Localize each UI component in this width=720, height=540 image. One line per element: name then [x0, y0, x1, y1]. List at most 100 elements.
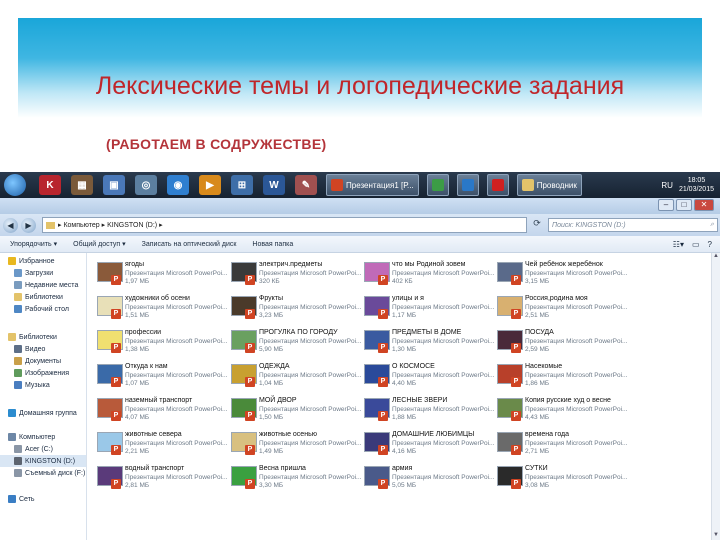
- refresh-icon[interactable]: ⟳: [530, 218, 544, 232]
- disc-icon[interactable]: ◎: [135, 175, 157, 195]
- language-indicator[interactable]: RU: [661, 181, 673, 190]
- file-item[interactable]: Pхудожники об осени Презентация Microsoft…: [91, 295, 227, 325]
- clock[interactable]: 18:05 21/03/2015: [679, 176, 714, 194]
- new-folder-button[interactable]: Новая папка: [252, 241, 293, 248]
- file-item[interactable]: P ЛЕСНЫЕ ЗВЕРИ Презентация Microsoft Power…: [358, 397, 494, 427]
- minimize-icon[interactable]: –: [658, 199, 674, 211]
- file-item[interactable]: P Чей ребёнок жеребёнок Презентация Micros…: [491, 261, 627, 291]
- nav-item[interactable]: Рабочий стол: [0, 303, 86, 315]
- file-item[interactable]: P О КОСМОСЕ Презентация Microsoft PowerPoi…: [358, 363, 494, 393]
- file-size: 2,51 МБ: [525, 312, 550, 319]
- scroll-up-icon[interactable]: ▲: [712, 253, 720, 261]
- word-icon[interactable]: W: [263, 175, 285, 195]
- file-size: 5,05 МБ: [392, 482, 417, 489]
- file-item[interactable]: Pводный транспорт Презентация Microsoft P…: [91, 465, 227, 495]
- nav-item[interactable]: Съемный диск (F:): [0, 467, 86, 479]
- media-icon[interactable]: ▦: [71, 175, 93, 195]
- file-item[interactable]: P Откуда к нам Презентация Microsoft Power…: [91, 363, 227, 393]
- file-item[interactable]: P ПОСУДА Презентация Microsoft PowerPoi...…: [491, 329, 627, 359]
- nav-item[interactable]: Избранное: [0, 255, 86, 267]
- file-item[interactable]: Pулицы и я Презентация Microsoft PowerPoi…: [358, 295, 494, 325]
- nav-item[interactable]: Библиотеки: [0, 331, 86, 343]
- file-item[interactable]: Pэлектрич.предметы Презентация Microsoft …: [225, 261, 361, 291]
- window-titlebar[interactable]: – □ ✕: [0, 198, 720, 214]
- back-arrow-icon[interactable]: ◀: [3, 217, 18, 233]
- file-item[interactable]: Pармия Презентация Microsoft PowerPoi... 5…: [358, 465, 494, 495]
- navigation-pane: Избранное Загрузки Недавние места Библиотек…: [0, 253, 87, 540]
- paint-icon[interactable]: ▣: [103, 175, 125, 195]
- nav-item[interactable]: KINGSTON (D:): [0, 455, 86, 467]
- file-item[interactable]: P ДОМАШНИЕ ЛЮБИМЦЫ Презентация Microsoft P…: [358, 431, 494, 461]
- address-input[interactable]: ▸ Компьютер ▸ KINGSTON (D:) ▸: [42, 217, 527, 233]
- burn-button[interactable]: Записать на оптический диск: [142, 241, 237, 248]
- file-item[interactable]: P Россия,родина моя Презентация Microsoft …: [491, 295, 627, 325]
- file-size: 1,38 МБ: [125, 346, 150, 353]
- taskbar-button[interactable]: Проводник: [516, 174, 582, 196]
- nav-item[interactable]: Недавние места: [0, 279, 86, 291]
- taskbar-button[interactable]: [426, 174, 449, 196]
- nav-item[interactable]: Изображения: [0, 367, 86, 379]
- file-item[interactable]: P Фрукты Презентация Microsoft PowerPoi...…: [225, 295, 361, 325]
- file-name: Копия русские худ о весне: [525, 397, 611, 404]
- file-item[interactable]: Pвремена года Презентация Microsoft Power…: [491, 431, 627, 461]
- nav-item-label: Библиотеки: [25, 293, 63, 301]
- share-button[interactable]: Общий доступ ▾: [73, 240, 126, 248]
- maximize-icon[interactable]: □: [676, 199, 692, 211]
- kaspersky-icon[interactable]: K: [39, 175, 61, 195]
- powerpoint-icon: P: [511, 309, 521, 319]
- nav-item[interactable]: Документы: [0, 355, 86, 367]
- nav-item[interactable]: Acer (C:): [0, 443, 86, 455]
- taskbar-button[interactable]: Презентация1 [Р...: [326, 174, 419, 196]
- organize-button[interactable]: Упорядочить ▾: [10, 240, 57, 248]
- nav-item-label: Съемный диск (F:): [25, 469, 86, 477]
- homegroup-icon: [8, 409, 16, 417]
- nav-item[interactable]: Видео: [0, 343, 86, 355]
- file-size: 4,40 МБ: [392, 380, 417, 387]
- file-item[interactable]: P Копия русские худ о весне Презентация Mi…: [491, 397, 627, 427]
- chrome-app-icon[interactable]: ◉: [167, 175, 189, 195]
- clock-date: 21/03/2015: [678, 186, 714, 193]
- file-item[interactable]: Pживотные осенью Презентация Microsoft Po…: [225, 431, 361, 461]
- nav-item[interactable]: Домашняя группа: [0, 407, 86, 419]
- file-item[interactable]: P ПРЕДМЕТЫ В ДОМЕ Презентация Microsoft Po…: [358, 329, 494, 359]
- nav-item[interactable]: Библиотеки: [0, 291, 86, 303]
- file-item[interactable]: Pпрофессии Презентация Microsoft PowerPoi…: [91, 329, 227, 359]
- powerpoint-icon: P: [511, 343, 521, 353]
- music-icon: [14, 381, 22, 389]
- file-item[interactable]: P ПРОГУЛКА ПО ГОРОДУ Презентация Microsoft…: [225, 329, 361, 359]
- nav-item[interactable]: Компьютер: [0, 431, 86, 443]
- file-item[interactable]: P Насекомые Презентация Microsoft PowerPoi…: [491, 363, 627, 393]
- file-item[interactable]: Pягоды Презентация Microsoft PowerPoi... 1…: [91, 261, 227, 291]
- file-item[interactable]: Pчто мы Родиной зовем Презентация Microso…: [358, 261, 494, 291]
- scroll-down-icon[interactable]: ▼: [712, 532, 720, 540]
- file-type: Презентация Microsoft PowerPoi...: [259, 440, 362, 447]
- taskbar-button[interactable]: [486, 174, 509, 196]
- nav-item[interactable]: Сеть: [0, 493, 86, 505]
- help-icon[interactable]: ?: [708, 240, 712, 249]
- network-icon[interactable]: ⊞: [231, 175, 253, 195]
- scrollbar[interactable]: ▲ ▼: [711, 253, 720, 540]
- file-item[interactable]: Pназемный транспорт Презентация Microsoft…: [91, 397, 227, 427]
- forward-arrow-icon[interactable]: ▶: [21, 217, 36, 233]
- view-options-icon[interactable]: ☷▾: [673, 240, 684, 249]
- powerpoint-icon: P: [245, 275, 255, 285]
- taskbar-button[interactable]: [456, 174, 479, 196]
- search-input[interactable]: Поиск: KINGSTON (D:) ⌕: [548, 218, 718, 232]
- player-icon[interactable]: ▶: [199, 175, 221, 195]
- file-item[interactable]: P ОДЕЖДА Презентация Microsoft PowerPoi...…: [225, 363, 361, 393]
- powerpoint-icon: P: [378, 411, 388, 421]
- file-item[interactable]: P Весна пришла Презентация Microsoft Power…: [225, 465, 361, 495]
- nav-item[interactable]: Загрузки: [0, 267, 86, 279]
- close-icon[interactable]: ✕: [694, 199, 714, 211]
- windows-start-icon[interactable]: [4, 174, 26, 196]
- preview-pane-icon[interactable]: ▭: [692, 240, 700, 249]
- paint-brush-icon[interactable]: ✎: [295, 175, 317, 195]
- file-size: 3,15 МБ: [525, 278, 550, 285]
- file-item[interactable]: P СУТКИ Презентация Microsoft PowerPoi... 3…: [491, 465, 627, 495]
- file-size: 1,30 МБ: [392, 346, 417, 353]
- powerpoint-icon: P: [378, 343, 388, 353]
- nav-item[interactable]: Музыка: [0, 379, 86, 391]
- file-item[interactable]: P МОЙ ДВОР Презентация Microsoft PowerPoi.…: [225, 397, 361, 427]
- file-item[interactable]: Pживотные севера Презентация Microsoft Po…: [91, 431, 227, 461]
- file-name: армия: [392, 465, 413, 472]
